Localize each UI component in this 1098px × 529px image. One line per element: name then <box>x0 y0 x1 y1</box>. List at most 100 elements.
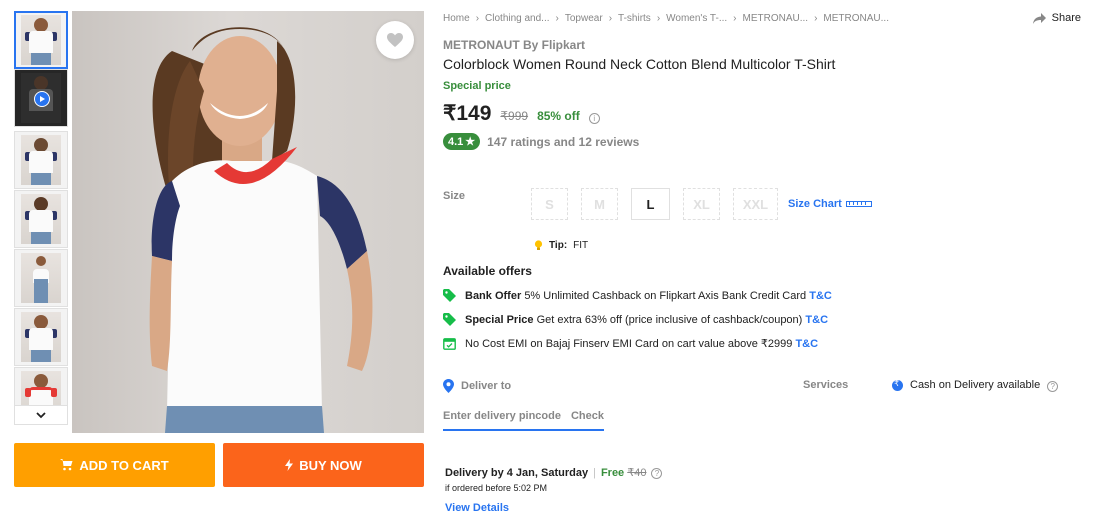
breadcrumb-item[interactable]: METRONAU... <box>823 13 889 24</box>
breadcrumb-item[interactable]: T-shirts <box>618 13 651 24</box>
delivery-estimate: Delivery by 4 Jan, Saturday | Free ₹40 ? <box>445 466 663 479</box>
brand-name[interactable]: METRONAUT By Flipkart <box>443 38 585 52</box>
star-icon: ★ <box>465 136 476 148</box>
delivery-date: Delivery by 4 Jan, Saturday <box>445 466 589 479</box>
terms-link[interactable]: T&C <box>809 290 832 302</box>
thumbnail-image[interactable] <box>14 190 68 248</box>
view-details-link[interactable]: View Details <box>445 502 509 514</box>
play-icon <box>34 91 50 107</box>
model-illustration <box>149 27 373 433</box>
calendar-icon <box>443 338 456 350</box>
size-option-s[interactable]: S <box>531 188 568 220</box>
ratings-count[interactable]: 147 ratings and 12 reviews <box>487 135 639 149</box>
breadcrumb-item[interactable]: Home <box>443 13 470 24</box>
share-label: Share <box>1051 12 1081 24</box>
breadcrumb-separator: › <box>475 13 480 24</box>
thumbnail-picture <box>21 135 61 185</box>
free-label: Free <box>600 467 625 479</box>
breadcrumb-separator: › <box>814 13 818 24</box>
rating-badge[interactable]: 4.1 ★ <box>443 133 481 150</box>
thumbnail-picture <box>21 253 61 303</box>
lightning-icon <box>285 459 294 471</box>
offer-text: Get extra 63% off (price inclusive of ca… <box>536 313 803 326</box>
offer-text: No Cost EMI on Bajaj Finserv EMI Card on… <box>465 338 793 350</box>
cod-service: Cash on Delivery available ? <box>892 379 1059 392</box>
special-price-label: Special price <box>443 80 511 92</box>
terms-link[interactable]: T&C <box>795 338 818 350</box>
size-chart-link[interactable]: Size Chart <box>788 198 872 210</box>
product-title: Colorblock Women Round Neck Cotton Blend… <box>443 56 836 72</box>
terms-link[interactable]: T&C <box>805 314 828 326</box>
thumbnail-image[interactable] <box>14 131 68 189</box>
breadcrumb-item[interactable]: METRONAU... <box>743 13 809 24</box>
deliver-to: Deliver to <box>443 379 511 393</box>
offer-type: Special Price <box>465 313 534 326</box>
thumbnail-image[interactable] <box>14 11 68 69</box>
delivery-fee-strike: ₹40 <box>627 467 647 479</box>
breadcrumb-separator: › <box>656 13 661 24</box>
thumbnail-video[interactable] <box>14 69 68 127</box>
offer-item: Special Price Get extra 63% off (price i… <box>443 313 828 326</box>
rating-row: 4.1 ★ 147 ratings and 12 reviews <box>443 133 639 150</box>
buy-now-button[interactable]: BUY NOW <box>223 443 424 487</box>
thumbnail-image[interactable] <box>14 308 68 366</box>
cart-icon <box>60 459 73 471</box>
thumbnail-picture <box>21 194 61 244</box>
breadcrumb-separator: › <box>733 13 737 24</box>
selling-price: ₹149 <box>443 102 492 125</box>
services-label: Services <box>803 379 849 391</box>
breadcrumb-item[interactable]: Topwear <box>565 13 603 24</box>
size-option-xxl[interactable]: XXL <box>733 188 778 220</box>
size-tip: Tip: FIT <box>534 240 588 251</box>
offers-heading: Available offers <box>443 264 532 278</box>
size-option-xl[interactable]: XL <box>683 188 720 220</box>
discount-percent: 85% off <box>537 109 580 123</box>
add-to-cart-button[interactable]: ADD TO CART <box>14 443 215 487</box>
order-before-note: if ordered before 5:02 PM <box>445 483 548 493</box>
tip-value: FIT <box>573 240 589 251</box>
size-option-m[interactable]: M <box>581 188 618 220</box>
rupee-icon <box>892 379 903 391</box>
offer-item: No Cost EMI on Bajaj Finserv EMI Card on… <box>443 337 818 350</box>
buy-now-label: BUY NOW <box>299 457 362 473</box>
info-icon[interactable]: ? <box>651 468 663 479</box>
share-button[interactable]: Share <box>1032 12 1081 24</box>
thumbnail-picture <box>21 15 61 65</box>
heart-icon <box>387 33 403 47</box>
location-pin-icon <box>443 379 454 393</box>
divider: | <box>593 466 596 479</box>
thumbnail-strip <box>14 11 68 424</box>
offer-text: 5% Unlimited Cashback on Flipkart Axis B… <box>524 289 807 302</box>
tip-label: Tip: <box>549 240 568 251</box>
size-chart-label: Size Chart <box>788 198 842 210</box>
rating-value: 4.1 <box>448 135 464 148</box>
thumbnail-picture <box>21 312 61 362</box>
breadcrumb-item[interactable]: Women's T-... <box>666 13 727 24</box>
thumbnail-scroll-down[interactable] <box>14 405 68 425</box>
price-row: ₹149 ₹999 85% off i <box>443 101 600 126</box>
thumbnail-image[interactable] <box>14 249 68 307</box>
chevron-down-icon <box>36 411 46 418</box>
tag-icon <box>443 289 456 302</box>
ruler-icon <box>845 201 872 207</box>
bulb-icon <box>534 240 543 250</box>
check-button[interactable]: Check <box>571 410 604 422</box>
breadcrumb-separator: › <box>608 13 613 24</box>
add-to-cart-label: ADD TO CART <box>79 457 169 473</box>
delivery-fee: Free ₹40 <box>601 466 647 479</box>
product-image[interactable] <box>72 11 424 433</box>
deliver-to-label: Deliver to <box>461 380 512 392</box>
tag-icon <box>443 313 456 326</box>
breadcrumb-item[interactable]: Clothing and... <box>485 13 550 24</box>
offer-item: Bank Offer 5% Unlimited Cashback on Flip… <box>443 289 832 302</box>
pincode-input[interactable] <box>443 410 563 422</box>
size-option-l[interactable]: L <box>631 188 670 220</box>
cod-text: Cash on Delivery available <box>910 379 1041 391</box>
wishlist-button[interactable] <box>376 21 414 59</box>
pincode-field: Check <box>443 410 604 431</box>
size-selector: S M L XL XXL Size Chart <box>531 188 872 220</box>
breadcrumb-separator: › <box>555 13 559 24</box>
info-icon[interactable]: ? <box>1047 380 1059 392</box>
info-icon[interactable]: i <box>588 113 600 124</box>
offer-type: Bank Offer <box>465 289 522 302</box>
